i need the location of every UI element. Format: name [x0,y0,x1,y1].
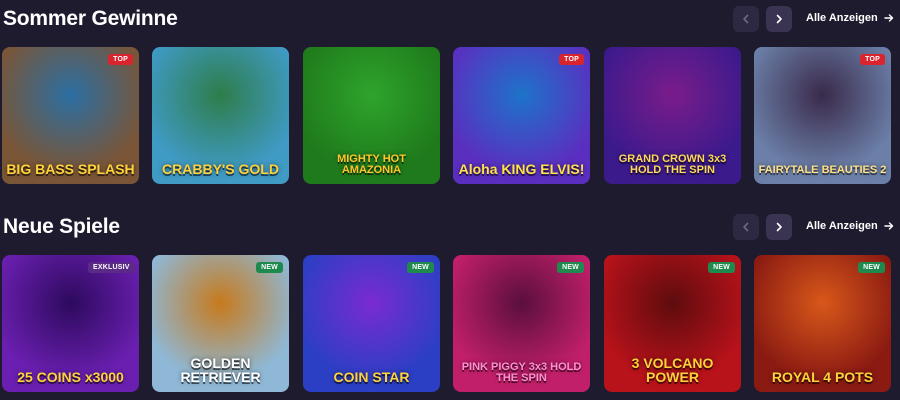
game-tile[interactable]: MIGHTY HOT AMAZONIA [303,47,440,184]
section-header: Sommer Gewinne Alle Anzeigen [0,0,900,40]
game-tile[interactable]: COIN STAR NEW [303,255,440,392]
game-title: BIG BASS SPLASH [6,161,135,177]
arrow-right-icon [884,14,893,22]
game-title: CRABBY'S GOLD [162,161,279,177]
game-title: ROYAL 4 POTS [771,369,874,385]
chevron-left-icon [743,14,749,24]
carousel-next-button[interactable] [766,6,792,32]
game-tile[interactable]: 25 COINS x3000 EXKLUSIV [2,255,139,392]
game-title: FAIRYTALE BEAUTIES 2 [758,164,887,176]
tile-badge: NEW [858,262,885,273]
game-tile[interactable]: BIG BASS SPLASH TOP [2,47,139,184]
chevron-right-icon [776,14,782,24]
section-title: Sommer Gewinne [3,7,178,30]
tile-badge: NEW [708,262,735,273]
section-neue-spiele: Neue Spiele Alle Anzeigen 25 COINS x3000… [0,208,900,392]
game-tile[interactable]: 3 VOLCANO POWER NEW [604,255,741,392]
carousel-prev-button[interactable] [733,214,759,240]
section-header: Neue Spiele Alle Anzeigen [0,208,900,248]
game-carousel: 25 COINS x3000 EXKLUSIV GOLDEN RETRIEVER NE… [0,255,900,392]
tile-badge: NEW [407,262,434,273]
game-title: GRAND CROWN 3x3 HOLD THE SPIN [618,153,727,176]
chevron-right-icon [776,222,782,232]
section-title: Neue Spiele [3,215,120,238]
game-tile[interactable]: PINK PIGGY 3x3 HOLD THE SPIN NEW [453,255,590,392]
carousel-next-button[interactable] [766,214,792,240]
chevron-left-icon [743,222,749,232]
game-title: MIGHTY HOT AMAZONIA [337,153,406,176]
see-all-link[interactable]: Alle Anzeigen [806,220,894,232]
game-title: 3 VOLCANO POWER [631,355,714,385]
game-tile[interactable]: FAIRYTALE BEAUTIES 2 TOP [754,47,891,184]
arrow-right-icon [884,222,893,230]
game-tile[interactable]: ROYAL 4 POTS NEW [754,255,891,392]
game-title: 25 COINS x3000 [17,369,124,385]
game-tile[interactable]: GRAND CROWN 3x3 HOLD THE SPIN [604,47,741,184]
game-carousel: BIG BASS SPLASH TOP CRABBY'S GOLD MIGHTY HO… [0,47,900,184]
tile-badge: TOP [108,54,133,65]
see-all-label: Alle Anzeigen [806,12,878,24]
carousel-prev-button[interactable] [733,6,759,32]
see-all-link[interactable]: Alle Anzeigen [806,12,894,24]
see-all-label: Alle Anzeigen [806,220,878,232]
tile-badge: TOP [860,54,885,65]
game-title: Aloha KING ELVIS! [458,161,585,177]
tile-badge: EXKLUSIV [88,262,135,273]
game-tile[interactable]: Aloha KING ELVIS! TOP [453,47,590,184]
game-title: COIN STAR [333,369,410,385]
game-title: GOLDEN RETRIEVER [180,355,261,385]
game-title: PINK PIGGY 3x3 HOLD THE SPIN [461,361,582,384]
section-sommer-gewinne: Sommer Gewinne Alle Anzeigen BIG BASS SP… [0,0,900,184]
tile-badge: NEW [256,262,283,273]
game-tile[interactable]: GOLDEN RETRIEVER NEW [152,255,289,392]
tile-badge: TOP [559,54,584,65]
tile-badge: NEW [557,262,584,273]
game-tile[interactable]: CRABBY'S GOLD [152,47,289,184]
